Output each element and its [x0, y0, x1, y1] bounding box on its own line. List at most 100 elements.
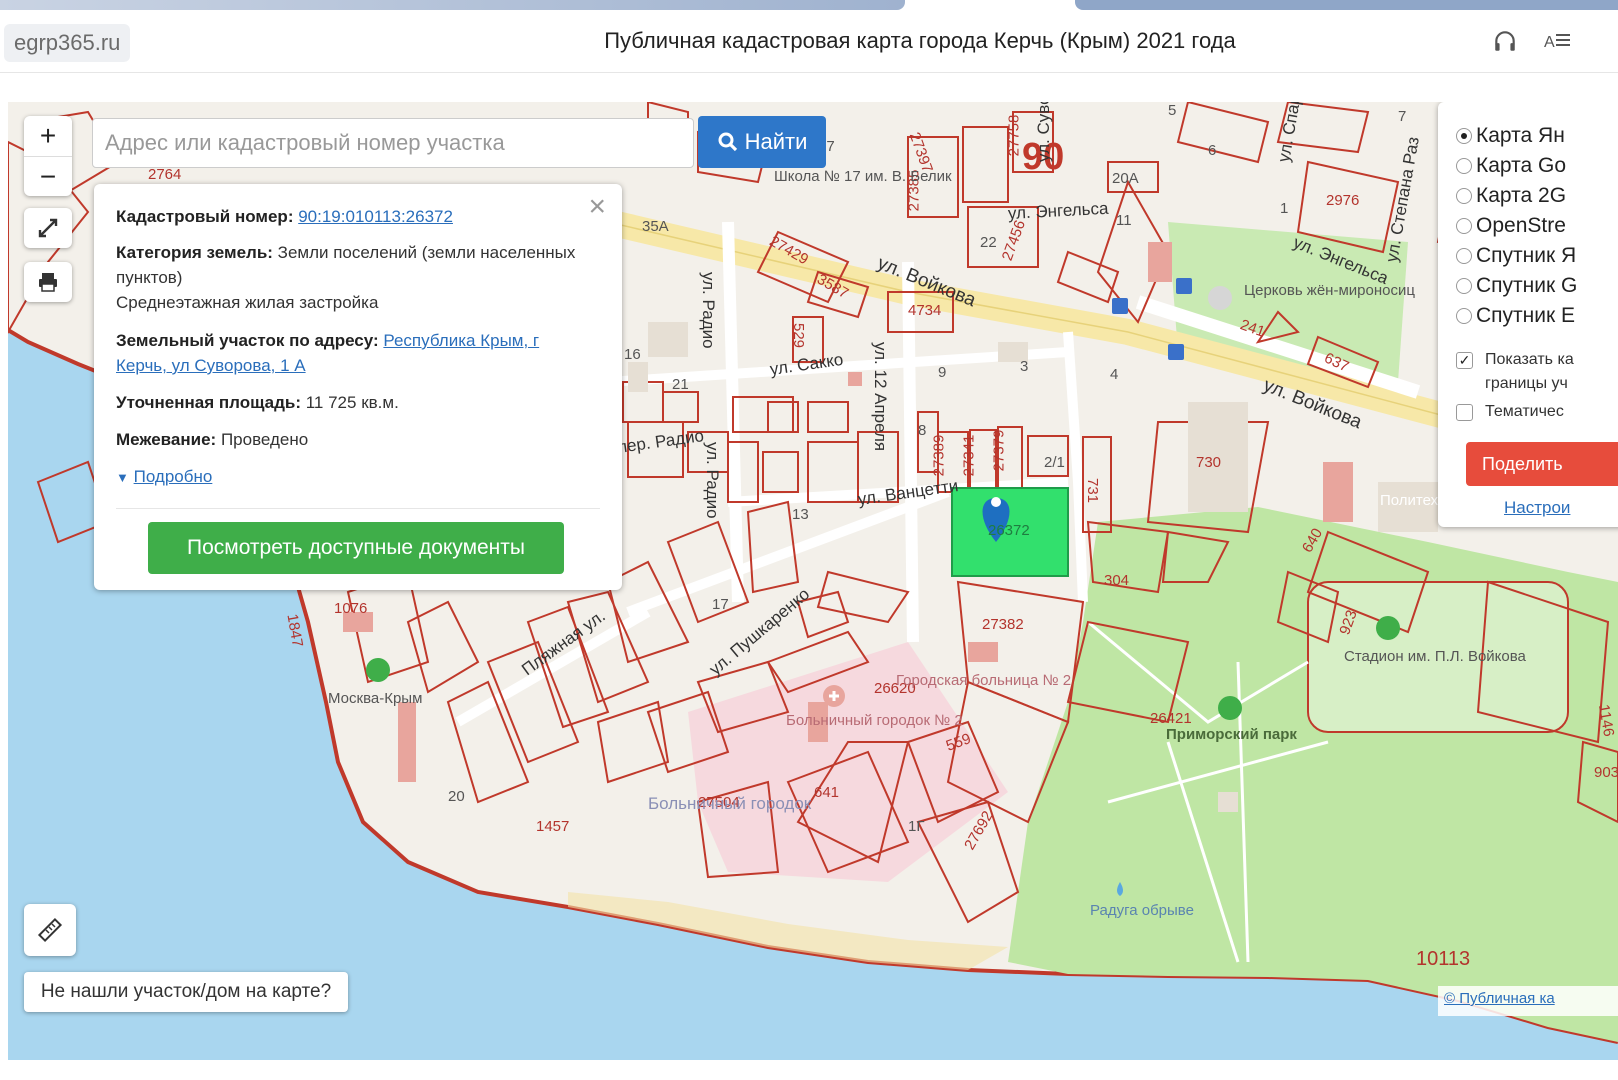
place-label: Москва-Крым — [328, 690, 423, 707]
thematic-checkbox[interactable] — [1456, 403, 1473, 421]
land-category-label: Категория земель: — [116, 243, 273, 262]
cadastral-map[interactable]: 2764 27397 27758 27385 27456 27429 3587 … — [8, 102, 1618, 1060]
layer-option[interactable]: Спутник G — [1456, 274, 1577, 298]
street-label: ул. Радио — [699, 272, 718, 349]
parcel-label: 1457 — [536, 818, 570, 835]
details-toggle[interactable]: ▼ Подробно — [116, 464, 586, 490]
area-value: 11 725 кв.м. — [305, 393, 399, 412]
page-header: egrp365.ru Публичная кадастровая карта г… — [0, 10, 1618, 73]
area-row: Уточненная площадь: 11 725 кв.м. — [116, 390, 586, 415]
settings-link[interactable]: Настрои — [1504, 498, 1570, 518]
parcel-label: 731 — [1084, 477, 1102, 504]
parcel-label: 2976 — [1326, 192, 1360, 209]
house-number: 6 — [1208, 142, 1217, 159]
show-borders-label-line1: Показать ка — [1485, 351, 1574, 368]
radio-selected[interactable] — [1456, 128, 1472, 144]
parcel-label: 27341 — [960, 434, 978, 477]
layer-label: Карта Go — [1476, 154, 1567, 177]
radio[interactable] — [1456, 308, 1472, 324]
house-number: 35A — [642, 218, 669, 235]
survey-label: Межевание: — [116, 430, 217, 449]
place-label: Больничный городок — [648, 794, 812, 813]
parcel-label: 4734 — [908, 302, 942, 319]
share-button[interactable]: Поделить — [1466, 442, 1618, 486]
radio[interactable] — [1456, 248, 1472, 264]
radio[interactable] — [1456, 158, 1472, 174]
find-button-label: Найти — [744, 129, 808, 154]
area-label: Уточненная площадь: — [116, 393, 301, 412]
ruler-button[interactable] — [24, 904, 76, 956]
search-icon — [718, 132, 737, 152]
fullscreen-button[interactable] — [24, 208, 72, 248]
house-number: 4 — [1110, 366, 1119, 383]
show-borders-checkbox[interactable]: ✓ — [1456, 352, 1473, 369]
close-icon[interactable]: × — [588, 190, 606, 224]
highlighted-parcel-label: 26372 — [988, 522, 1030, 539]
house-number: 1Г — [908, 818, 925, 835]
details-link[interactable]: Подробно — [134, 467, 213, 486]
layer-label: Карта 2G — [1476, 184, 1567, 207]
print-button[interactable] — [24, 262, 72, 302]
parcel-info-popup: × Кадастровый номер: 90:19:010113:26372 … — [94, 184, 622, 590]
layer-option[interactable]: Карта Ян — [1456, 124, 1565, 148]
layer-option[interactable]: OpenStre — [1456, 214, 1566, 238]
text-format-icon[interactable]: A — [1544, 28, 1572, 60]
house-number: 11 — [1116, 212, 1132, 229]
parcel-label: 27379 — [990, 429, 1008, 472]
house-number: 21 — [672, 376, 689, 393]
ruler-icon — [37, 917, 63, 943]
house-number: 7 — [1398, 108, 1407, 125]
radio[interactable] — [1456, 188, 1472, 204]
caret-down-icon: ▼ — [116, 470, 129, 485]
zoom-in-button[interactable]: + — [24, 116, 72, 157]
place-label: Городская больница № 2 — [896, 672, 1072, 689]
zoom-out-button[interactable]: − — [24, 157, 72, 197]
house-number: 17 — [712, 596, 729, 613]
house-number: 2/1 — [1044, 454, 1065, 471]
street-label: ул. Суво — [1034, 102, 1053, 162]
house-number: 13 — [792, 506, 809, 523]
street-label: ул. Радио — [703, 442, 722, 519]
parcel-label: 26421 — [1150, 710, 1192, 727]
parcel-label: 730 — [1196, 454, 1222, 471]
radio[interactable] — [1456, 278, 1472, 294]
parcel-label: 304 — [1104, 572, 1130, 589]
svg-text:A: A — [1544, 34, 1555, 51]
place-label: Школа № 17 им. В. Белик — [774, 168, 952, 185]
place-label: Радуга обрыве — [1090, 902, 1194, 919]
layer-label: Спутник Е — [1476, 304, 1576, 327]
house-number: 16 — [624, 346, 641, 363]
parcel-label: 27389 — [930, 434, 948, 477]
top-stripe — [0, 0, 1618, 10]
layer-label: Спутник G — [1476, 274, 1578, 297]
view-documents-button[interactable]: Посмотреть доступные документы — [148, 522, 564, 574]
place-label: Приморский парк — [1166, 726, 1297, 743]
layer-option[interactable]: Карта Go — [1456, 154, 1566, 178]
find-button[interactable]: Найти — [698, 116, 826, 168]
land-category-row: Категория земель: Земли поселений (земли… — [116, 240, 586, 290]
cadastral-number-link[interactable]: 90:19:010113:26372 — [298, 207, 453, 226]
parcel-label: 903 — [1594, 764, 1618, 781]
parcel-label: 27382 — [982, 616, 1024, 633]
layer-label: Спутник Я — [1476, 244, 1577, 267]
house-number: 20 — [448, 788, 465, 805]
layer-option[interactable]: Спутник Я — [1456, 244, 1576, 268]
show-borders-option[interactable]: ✓ Показать ка границы уч — [1456, 348, 1574, 396]
print-icon — [39, 273, 57, 292]
layer-option[interactable]: Карта 2G — [1456, 184, 1566, 208]
survey-value: Проведено — [220, 430, 309, 449]
copyright-link[interactable]: © Публичная ка — [1444, 990, 1555, 1007]
parcel-label: 27758 — [1005, 114, 1023, 157]
survey-row: Межевание: Проведено — [116, 427, 586, 452]
page-title: Публичная кадастровая карта города Керчь… — [604, 28, 1236, 53]
house-number: 5 — [1168, 102, 1177, 119]
layers-panel: Карта Ян Карта Go Карта 2G OpenStre Спут… — [1438, 102, 1618, 527]
fullscreen-icon — [38, 218, 58, 238]
headphones-icon[interactable] — [1492, 28, 1518, 60]
search-input[interactable] — [92, 118, 694, 168]
thematic-option[interactable]: Тематичес — [1456, 400, 1564, 424]
layer-option[interactable]: Спутник Е — [1456, 304, 1575, 328]
layer-label: OpenStre — [1476, 214, 1566, 237]
not-found-button[interactable]: Не нашли участок/дом на карте? — [24, 972, 348, 1012]
radio[interactable] — [1456, 218, 1472, 234]
